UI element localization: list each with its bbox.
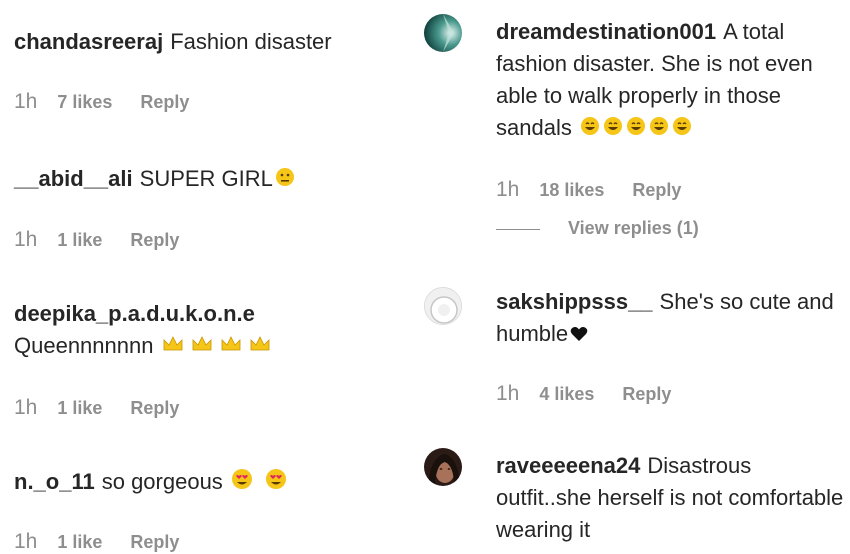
neutral-face-emoji-icon	[275, 164, 295, 196]
comment-item: chandasreeraj Fashion disaster	[14, 26, 332, 58]
comment-item: sakshippsss__ She's so cute and humble	[496, 286, 850, 351]
comment-username[interactable]: __abid__ali	[14, 166, 133, 191]
divider-line	[496, 228, 540, 230]
comment-meta: 1h 18 likes Reply	[496, 178, 681, 202]
avatar[interactable]	[424, 448, 462, 486]
comment-text: dreamdestination001 A total fashion disast…	[496, 16, 850, 145]
reply-button[interactable]: Reply	[140, 92, 189, 112]
comment-body: so gorgeous	[101, 469, 223, 494]
reply-button[interactable]: Reply	[130, 532, 179, 552]
comment-body-line1: A total	[723, 19, 785, 44]
comment-likes[interactable]: 18 likes	[539, 180, 604, 200]
comment-body: Fashion disaster	[170, 29, 332, 54]
comment-item: raveeeeena24 Disastrous outfit..she hersel…	[496, 450, 850, 546]
comment-likes[interactable]: 4 likes	[539, 384, 594, 404]
comment-text: __abid__ali SUPER GIRL	[14, 163, 295, 196]
comment-text: chandasreeraj Fashion disaster	[14, 26, 332, 58]
reply-button[interactable]: Reply	[130, 230, 179, 250]
comment-item: dreamdestination001 A total fashion disast…	[496, 16, 850, 145]
comment-item: __abid__ali SUPER GIRL	[14, 163, 295, 196]
heart-eyes-emoji-icon	[231, 467, 291, 499]
comment-body-line1: Disastrous	[647, 453, 752, 478]
comment-username[interactable]: raveeeeena24	[496, 453, 640, 478]
comment-time: 1h	[496, 382, 520, 405]
comment-likes[interactable]: 1 like	[57, 398, 102, 418]
comment-text: deepika_p.a.d.u.k.o.n.e Queennnnnnn	[14, 298, 278, 363]
comment-item: n._o_11 so gorgeous	[14, 466, 291, 499]
black-heart-emoji-icon	[570, 319, 588, 351]
avatar[interactable]	[424, 287, 462, 325]
comment-body: outfit..she herself is not comfortable w…	[496, 485, 844, 542]
comment-meta: 1h 1 like Reply	[14, 530, 179, 554]
view-replies-button[interactable]: View replies (1)	[496, 218, 699, 239]
reply-button[interactable]: Reply	[622, 384, 671, 404]
comment-likes[interactable]: 7 likes	[57, 92, 112, 112]
comment-body: Queennnnnnn	[14, 333, 154, 358]
comment-username[interactable]: dreamdestination001	[496, 19, 716, 44]
comment-text: raveeeeena24 Disastrous outfit..she hersel…	[496, 450, 850, 546]
comment-text: sakshippsss__ She's so cute and humble	[496, 286, 850, 351]
comment-body: SUPER GIRL	[139, 166, 273, 191]
comment-username[interactable]: n._o_11	[14, 469, 95, 494]
comment-meta: 1h 1 like Reply	[14, 396, 179, 420]
reply-button[interactable]: Reply	[130, 398, 179, 418]
crown-emoji-icon	[162, 331, 278, 363]
comment-likes[interactable]: 1 like	[57, 230, 102, 250]
comment-time: 1h	[14, 228, 38, 251]
grinning-face-emoji-icon	[580, 113, 698, 145]
comment-meta: 1h 4 likes Reply	[496, 382, 671, 406]
comment-time: 1h	[496, 178, 520, 201]
avatar[interactable]	[424, 14, 462, 52]
comment-text: n._o_11 so gorgeous	[14, 466, 291, 499]
reply-button[interactable]: Reply	[632, 180, 681, 200]
comment-username[interactable]: chandasreeraj	[14, 29, 163, 54]
comment-username[interactable]: deepika_p.a.d.u.k.o.n.e	[14, 301, 255, 326]
comment-time: 1h	[14, 396, 38, 419]
comment-item: deepika_p.a.d.u.k.o.n.e Queennnnnnn	[14, 298, 278, 363]
comment-likes[interactable]: 1 like	[57, 532, 102, 552]
comment-meta: 1h 7 likes Reply	[14, 90, 189, 114]
view-replies-label: View replies (1)	[568, 218, 699, 238]
comment-username[interactable]: sakshippsss__	[496, 289, 653, 314]
comment-time: 1h	[14, 90, 38, 113]
comment-meta: 1h 1 like Reply	[14, 228, 179, 252]
